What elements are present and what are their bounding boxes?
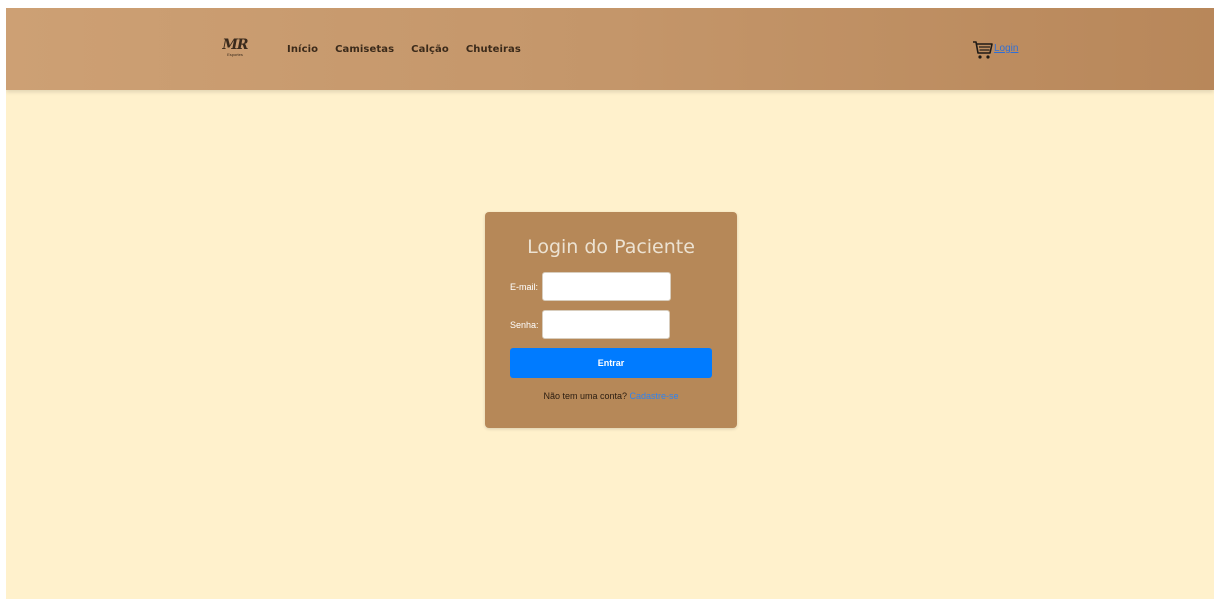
signup-link[interactable]: Cadastre-se	[630, 391, 679, 401]
login-submit-button[interactable]: Entrar	[510, 348, 712, 378]
page: MR Esportes Início Camisetas Calção Chut…	[6, 8, 1214, 599]
shopping-cart-icon[interactable]	[972, 40, 994, 60]
main-nav: Início Camisetas Calção Chuteiras	[287, 44, 538, 55]
nav-link-inicio[interactable]: Início	[287, 44, 318, 55]
nav-link-camisetas[interactable]: Camisetas	[335, 44, 394, 55]
signup-prompt: Não tem uma conta? Cadastre-se	[485, 391, 737, 401]
brand-logo[interactable]: MR Esportes	[220, 38, 250, 64]
top-navbar: MR Esportes Início Camisetas Calção Chut…	[6, 8, 1214, 90]
email-field[interactable]	[542, 272, 671, 301]
logo-subtext: Esportes	[227, 52, 243, 57]
password-field[interactable]	[542, 310, 670, 339]
login-title: Login do Paciente	[527, 236, 695, 258]
cart-login-area: Login	[972, 40, 1018, 60]
login-card: Login do Paciente E-mail: Senha: Entrar …	[485, 212, 737, 428]
email-label: E-mail:	[510, 282, 539, 292]
login-link[interactable]: Login	[994, 43, 1018, 55]
password-label: Senha:	[510, 320, 539, 330]
logo-mark: MR	[222, 37, 248, 53]
signup-prompt-text: Não tem uma conta?	[543, 391, 627, 401]
nav-link-calcao[interactable]: Calção	[411, 44, 449, 55]
nav-link-chuteiras[interactable]: Chuteiras	[466, 44, 521, 55]
